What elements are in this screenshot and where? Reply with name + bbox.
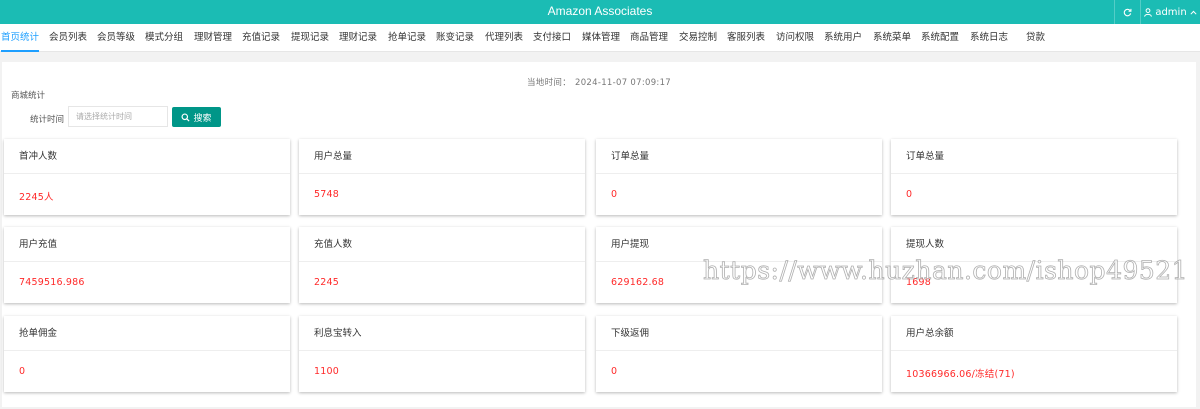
stat-value: 10366966.06/冻结(71) xyxy=(906,369,1015,380)
top-header: Amazon Associates admin xyxy=(0,0,1200,24)
stat-label: 下级返佣 xyxy=(596,316,882,351)
tab-recharge-records[interactable]: 充值记录 xyxy=(242,24,280,52)
tab-grab-order-records[interactable]: 抢单记录 xyxy=(388,24,426,52)
stat-card-grab-commission: 抢单佣金 0 xyxy=(4,316,290,392)
tab-home-stats[interactable]: 首页统计 xyxy=(1,24,40,52)
stat-card-withdraw-count: 提现人数 1698 xyxy=(891,227,1177,303)
stat-card-total-orders-2: 订单总量 0 xyxy=(891,139,1177,215)
stat-label: 订单总量 xyxy=(596,139,882,174)
stat-value: 2245 xyxy=(314,277,339,288)
tab-withdraw-records[interactable]: 提现记录 xyxy=(291,24,329,52)
chevron-up-icon xyxy=(1190,10,1197,15)
tab-mode-group[interactable]: 模式分组 xyxy=(145,24,183,52)
search-icon xyxy=(181,112,191,122)
stat-card-subordinate-rebate: 下级返佣 0 xyxy=(596,316,882,392)
tab-finance-manage[interactable]: 理财管理 xyxy=(194,24,232,52)
stat-label: 抢单佣金 xyxy=(4,316,290,351)
stat-card-first-recharge: 首冲人数 2245人 xyxy=(4,139,290,215)
tab-payment-api[interactable]: 支付接口 xyxy=(533,24,571,52)
tab-product-manage[interactable]: 商品管理 xyxy=(630,24,668,52)
tab-system-users[interactable]: 系统用户 xyxy=(824,24,862,52)
stat-value: 1100 xyxy=(314,366,339,377)
stat-value: 0 xyxy=(906,189,913,200)
section-title: 商城统计 xyxy=(11,91,46,101)
stat-value: 0 xyxy=(611,366,618,377)
user-name: admin xyxy=(1155,6,1187,18)
stat-value: 5748 xyxy=(314,189,339,200)
stat-card-user-withdraw: 用户提现 629162.68 xyxy=(596,227,882,303)
stat-card-total-orders: 订单总量 0 xyxy=(596,139,882,215)
stat-card-total-balance: 用户总余额 10366966.06/冻结(71) xyxy=(891,316,1177,392)
tab-agent-list[interactable]: 代理列表 xyxy=(485,24,523,52)
tab-member-list[interactable]: 会员列表 xyxy=(49,24,87,52)
date-range-input[interactable]: 请选择统计时间 xyxy=(68,106,168,127)
main-nav: 首页统计 会员列表 会员等级 模式分组 理财管理 充值记录 提现记录 理财记录 … xyxy=(0,24,1200,52)
stat-label: 利息宝转入 xyxy=(299,316,585,351)
tab-trade-control[interactable]: 交易控制 xyxy=(679,24,717,52)
stat-value: 2245人 xyxy=(19,192,54,203)
tab-system-config[interactable]: 系统配置 xyxy=(921,24,959,52)
refresh-button[interactable] xyxy=(1114,0,1140,24)
filter-label: 统计时间 xyxy=(30,115,65,125)
tab-member-level[interactable]: 会员等级 xyxy=(97,24,135,52)
local-time: 当地时间： 2024-11-07 07:09:17 xyxy=(2,76,1196,88)
stat-value: 7459516.986 xyxy=(19,277,85,288)
tab-loans[interactable]: 贷款 xyxy=(1026,24,1045,52)
stat-label: 用户充值 xyxy=(4,227,290,262)
stat-label: 用户提现 xyxy=(596,227,882,262)
refresh-icon xyxy=(1123,8,1132,16)
stat-card-user-recharge: 用户充值 7459516.986 xyxy=(4,227,290,303)
search-button[interactable]: 搜索 xyxy=(172,107,221,127)
stat-label: 订单总量 xyxy=(891,139,1177,174)
tab-service-list[interactable]: 客服列表 xyxy=(727,24,765,52)
header-actions: admin xyxy=(1114,0,1200,24)
stat-value: 1698 xyxy=(906,277,931,288)
tab-access-permission[interactable]: 访问权限 xyxy=(776,24,814,52)
stat-card-total-users: 用户总量 5748 xyxy=(299,139,585,215)
app-title: Amazon Associates xyxy=(547,4,653,18)
stat-value: 0 xyxy=(611,189,618,200)
stat-label: 用户总余额 xyxy=(891,316,1177,351)
search-label: 搜索 xyxy=(193,113,212,124)
stat-label: 首冲人数 xyxy=(4,139,290,174)
stat-card-interest-transfer: 利息宝转入 1100 xyxy=(299,316,585,392)
time-label: 当地时间： xyxy=(527,78,572,88)
user-icon xyxy=(1144,7,1153,17)
tab-system-log[interactable]: 系统日志 xyxy=(970,24,1008,52)
tab-account-change-records[interactable]: 账变记录 xyxy=(436,24,474,52)
stat-value: 0 xyxy=(19,366,26,377)
tab-finance-records[interactable]: 理财记录 xyxy=(339,24,377,52)
stat-label: 提现人数 xyxy=(891,227,1177,262)
stat-card-recharge-count: 充值人数 2245 xyxy=(299,227,585,303)
stat-label: 充值人数 xyxy=(299,227,585,262)
tab-media-manage[interactable]: 媒体管理 xyxy=(582,24,620,52)
stat-label: 用户总量 xyxy=(299,139,585,174)
stat-value: 629162.68 xyxy=(611,277,665,288)
time-value: 2024-11-07 07:09:17 xyxy=(575,78,671,88)
tab-system-menu[interactable]: 系统菜单 xyxy=(873,24,911,52)
user-menu[interactable]: admin xyxy=(1140,0,1200,24)
